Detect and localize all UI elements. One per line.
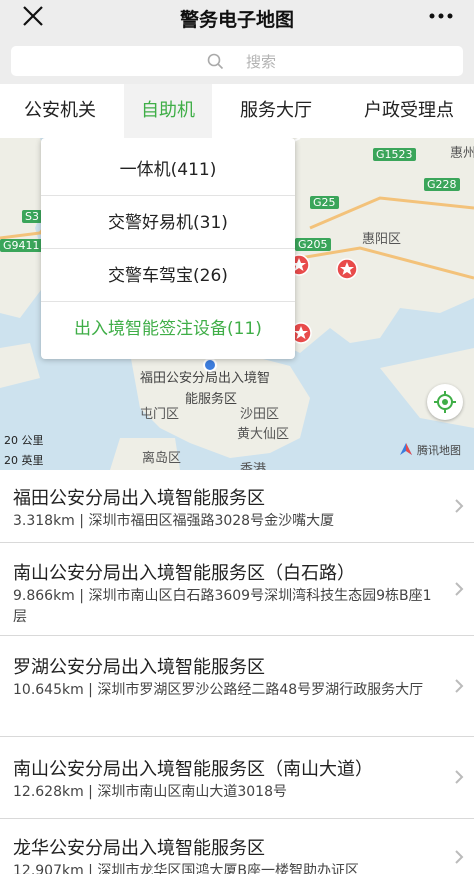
- map-scale-mi: 20 英里: [4, 454, 44, 467]
- list-item-address: 3.318km | 深圳市福田区福强路3028号金沙嘴大厦: [13, 513, 335, 529]
- category-tabs: 公安机关 自助机 服务大厅 户政受理点: [0, 84, 474, 138]
- tencent-map-logo-icon: [400, 443, 412, 455]
- dropdown-item-entry-exit-endorsement[interactable]: 出入境智能签注设备(11): [41, 303, 295, 355]
- map-place-label: 屯门区: [140, 407, 180, 422]
- list-item-name: 龙华公安分局出入境智能服务区: [13, 838, 265, 859]
- chevron-right-icon: [455, 679, 464, 693]
- list-item[interactable]: 福田公安分局出入境智能服务区 3.318km | 深圳市福田区福强路3028号金…: [0, 470, 474, 543]
- result-list: 福田公安分局出入境智能服务区 3.318km | 深圳市福田区福强路3028号金…: [0, 470, 474, 874]
- map-view[interactable]: G1523 G228 G25 G205 S3 G9411 惠州 惠阳区 福田公安…: [0, 138, 474, 470]
- list-item[interactable]: 南山公安分局出入境智能服务区（南山大道） 12.628km | 深圳市南山区南山…: [0, 737, 474, 819]
- search-placeholder: 搜索: [246, 53, 277, 71]
- tab-police-office[interactable]: 公安机关: [0, 84, 120, 138]
- list-item-address: 10.645km | 深圳市罗湖区罗沙公路经二路48号罗湖行政服务大厅: [13, 682, 424, 698]
- list-item-name: 罗湖公安分局出入境智能服务区: [13, 657, 265, 678]
- map-place-label: 能服务区: [185, 392, 238, 407]
- title-bar: 警务电子地图: [0, 0, 474, 34]
- search-bar: 搜索: [0, 34, 474, 84]
- list-item-address: 9.866km | 深圳市南山区白石路3609号深圳湾科技生态园9栋B座1层: [13, 588, 432, 625]
- map-place-label: 惠阳区: [362, 232, 402, 247]
- search-icon: [207, 53, 224, 70]
- list-item-name: 南山公安分局出入境智能服务区（白石路）: [13, 563, 355, 584]
- self-service-dropdown: 一体机(411) 交警好易机(31) 交警车驾宝(26) 出入境智能签注设备(1…: [41, 138, 295, 359]
- map-attribution: 腾讯地图: [417, 444, 461, 457]
- chevron-right-icon: [455, 770, 464, 784]
- list-item-address: 12.628km | 深圳市南山区南山大道3018号: [13, 784, 287, 800]
- more-icon[interactable]: [428, 12, 454, 20]
- chevron-right-icon: [455, 499, 464, 513]
- road-label: G25: [310, 196, 339, 209]
- road-label: G9411: [0, 239, 43, 252]
- list-item[interactable]: 罗湖公安分局出入境智能服务区 10.645km | 深圳市罗湖区罗沙公路经二路4…: [0, 636, 474, 737]
- chevron-right-icon: [455, 850, 464, 864]
- road-label: S3: [22, 210, 42, 223]
- map-place-label: 惠州: [450, 146, 474, 161]
- tab-household-registration[interactable]: 户政受理点: [344, 84, 474, 138]
- list-item-name: 福田公安分局出入境智能服务区: [13, 488, 265, 509]
- road-label: G228: [424, 178, 460, 191]
- list-item[interactable]: 龙华公安分局出入境智能服务区 12.907km | 深圳市龙华区国鸿大厦B座一楼…: [0, 819, 474, 874]
- map-scale-km: 20 公里: [4, 434, 44, 447]
- map-place-label: 香港: [240, 462, 267, 470]
- tab-service-hall[interactable]: 服务大厅: [218, 84, 334, 138]
- dropdown-item-all-in-one[interactable]: 一体机(411): [41, 144, 295, 196]
- map-place-label: 离岛区: [142, 451, 182, 466]
- road-label: G205: [295, 238, 331, 251]
- locate-icon: [434, 391, 456, 413]
- map-place-label: 沙田区: [240, 407, 280, 422]
- dropdown-item-traffic-haoyi[interactable]: 交警好易机(31): [41, 197, 295, 249]
- map-marker-icon[interactable]: [336, 258, 358, 280]
- tab-self-service[interactable]: 自助机: [124, 84, 212, 138]
- dropdown-item-traffic-jiabao[interactable]: 交警车驾宝(26): [41, 250, 295, 302]
- current-location-dot-icon: [203, 358, 217, 372]
- list-item[interactable]: 南山公安分局出入境智能服务区（白石路） 9.866km | 深圳市南山区白石路3…: [0, 543, 474, 636]
- locate-button[interactable]: [427, 384, 463, 420]
- page-title: 警务电子地图: [179, 9, 294, 31]
- chevron-right-icon: [455, 582, 464, 596]
- list-item-address: 12.907km | 深圳市龙华区国鸿大厦B座一楼智助办证区: [13, 863, 359, 874]
- road-label: G1523: [373, 148, 416, 161]
- search-input[interactable]: 搜索: [11, 46, 463, 76]
- map-place-label: 黄大仙区: [237, 427, 290, 442]
- list-item-name: 南山公安分局出入境智能服务区（南山大道）: [13, 759, 373, 780]
